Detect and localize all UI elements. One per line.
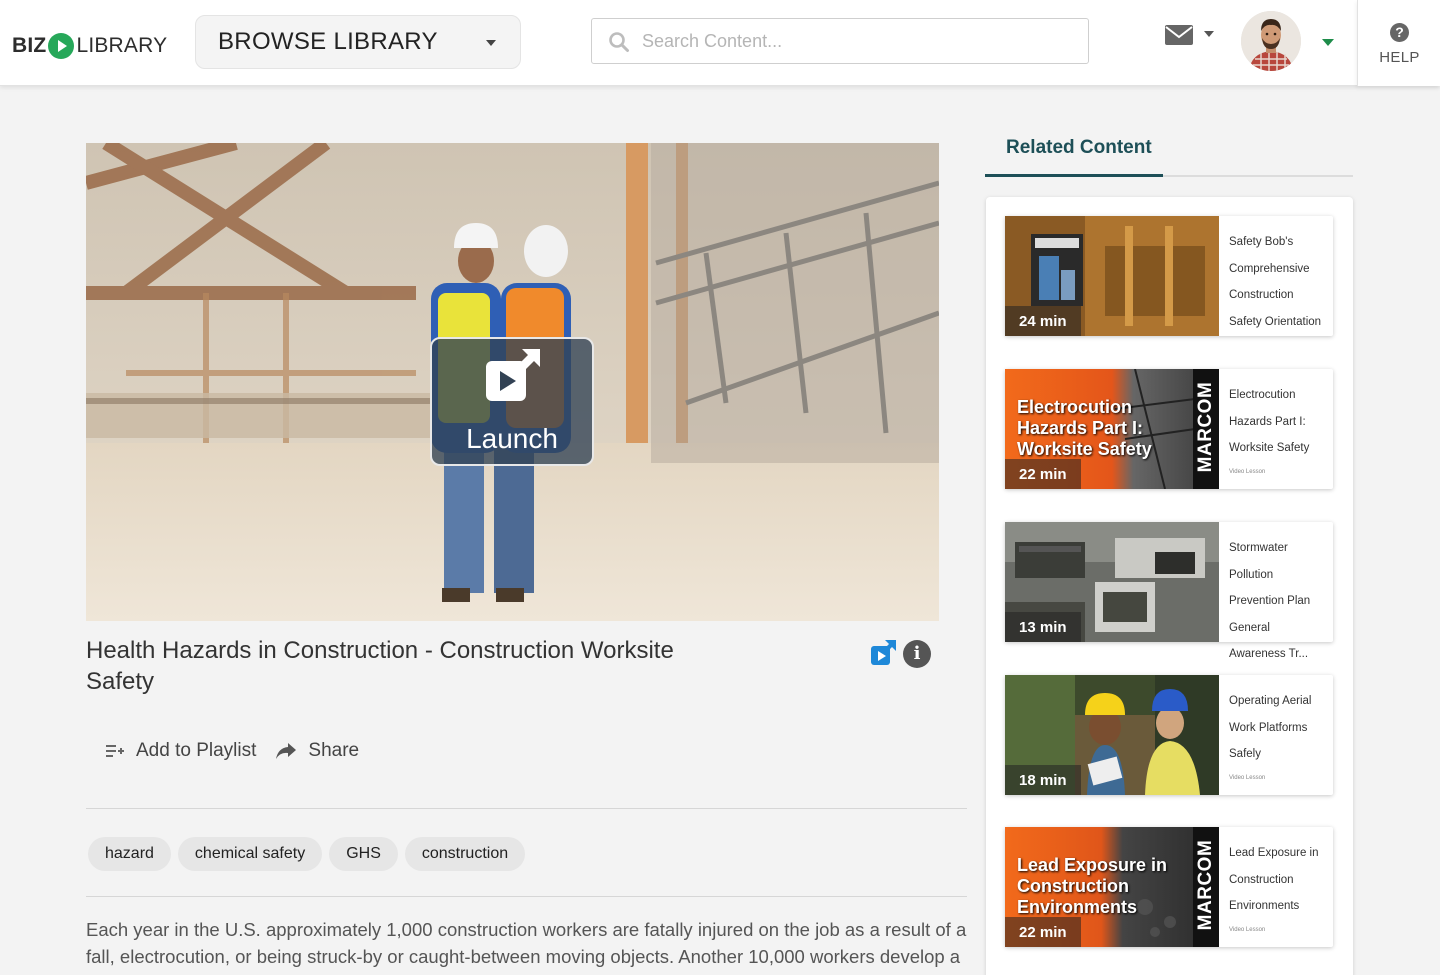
related-item[interactable]: Electrocution Hazards Part I: Worksite S… <box>1005 369 1333 489</box>
share-label: Share <box>308 740 360 761</box>
page-title: Health Hazards in Construction - Constru… <box>86 637 674 695</box>
tab-active-indicator <box>985 174 1163 177</box>
content-type-label: Video Lesson <box>1229 927 1266 933</box>
tag-chip[interactable]: hazard <box>88 837 171 871</box>
related-item[interactable]: 18 min Operating Aerial Work Platforms S… <box>1005 675 1333 795</box>
add-to-playlist-button[interactable]: Add to Playlist <box>106 740 256 762</box>
duration-badge: 22 min <box>1005 917 1081 947</box>
marcom-brand-label: MARCOM <box>1195 381 1216 473</box>
launch-button[interactable]: Launch <box>430 337 594 466</box>
chevron-down-icon <box>486 40 496 46</box>
duration-badge: 24 min <box>1005 306 1081 336</box>
share-icon <box>276 743 297 759</box>
mail-icon[interactable] <box>1164 24 1194 46</box>
search-icon <box>609 32 629 52</box>
related-item-title: Electrocution Hazards Part I: Worksite S… <box>1229 389 1310 454</box>
content-type-label: Video Lesson <box>1229 469 1266 475</box>
bizlibrary-logo[interactable]: BIZ LIBRARY <box>12 31 167 61</box>
content-description: Each year in the U.S. approximately 1,00… <box>86 919 967 967</box>
marcom-brand-label: MARCOM <box>1195 839 1216 931</box>
logo-biz-text: BIZ <box>12 34 47 57</box>
duration-badge: 13 min <box>1005 612 1081 642</box>
video-player[interactable]: Launch <box>86 143 939 621</box>
related-item-title: Operating Aerial Work Platforms Safely <box>1229 695 1312 760</box>
related-item-title: Safety Bob's Comprehensive Construction … <box>1229 236 1322 328</box>
thumbnail-caption: Electrocution Hazards Part I: Worksite S… <box>1017 397 1152 459</box>
marcom-brand-strip: MARCOM <box>1193 369 1219 489</box>
question-circle-icon: ? <box>1390 23 1409 42</box>
tag-chip[interactable]: GHS <box>329 837 398 871</box>
related-item[interactable]: 24 min Safety Bob's Comprehensive Constr… <box>1005 216 1333 336</box>
tag-chip[interactable]: construction <box>404 837 526 871</box>
launch-label: Launch <box>466 423 558 454</box>
duration-badge: 22 min <box>1005 459 1081 489</box>
tag-chip[interactable]: chemical safety <box>177 837 323 871</box>
top-header: BIZ LIBRARY BROWSE LIBRARY Search Conten… <box>0 0 1440 86</box>
logo-library-text: LIBRARY <box>76 34 168 57</box>
related-item[interactable]: 13 min Stormwater Pollution Prevention P… <box>1005 522 1333 660</box>
browse-library-dropdown[interactable]: BROWSE LIBRARY <box>195 15 521 69</box>
browse-library-label: BROWSE LIBRARY <box>218 28 438 55</box>
help-button[interactable]: ? HELP <box>1357 0 1440 86</box>
related-item-title: Lead Exposure in Construction Environmen… <box>1229 847 1319 912</box>
content-actions: Add to Playlist Share <box>106 738 379 764</box>
share-button[interactable]: Share <box>276 740 359 762</box>
thumbnail-caption: Lead Exposure in Construction Environmen… <box>1017 855 1168 917</box>
playlist-add-icon <box>106 745 124 757</box>
tab-related-content[interactable]: Related Content <box>1006 137 1152 159</box>
logo-play-icon <box>48 33 75 59</box>
add-to-playlist-label: Add to Playlist <box>136 740 257 761</box>
tag-list: hazard chemical safety GHS construction <box>88 837 532 871</box>
related-item-title: Stormwater Pollution Prevention Plan Gen… <box>1229 542 1311 660</box>
related-item[interactable]: Lead Exposure in Construction Environmen… <box>1005 827 1333 947</box>
section-divider <box>86 808 967 809</box>
search-input[interactable] <box>642 27 1062 55</box>
help-label: HELP <box>1379 49 1420 66</box>
open-external-icon[interactable] <box>870 640 896 666</box>
info-icon[interactable]: i <box>903 640 931 668</box>
marcom-brand-strip: MARCOM <box>1193 827 1219 947</box>
search-box[interactable] <box>591 18 1089 64</box>
user-avatar-image <box>1241 11 1301 71</box>
content-type-label: Video Lesson <box>1229 775 1266 781</box>
duration-badge: 18 min <box>1005 765 1081 795</box>
mail-dropdown-chevron-icon[interactable] <box>1204 31 1214 37</box>
account-dropdown-chevron-icon[interactable] <box>1322 39 1334 46</box>
launch-external-icon <box>486 349 540 401</box>
avatar[interactable] <box>1241 11 1301 71</box>
section-divider <box>86 896 967 897</box>
